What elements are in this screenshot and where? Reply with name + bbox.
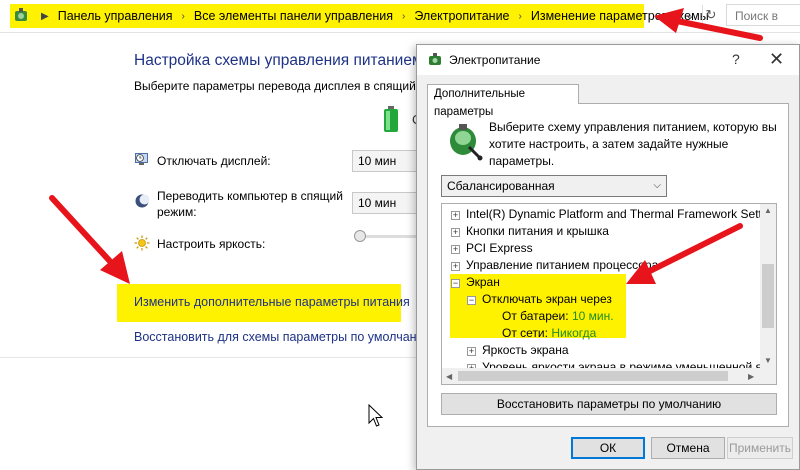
plugged-in-value[interactable]: Никогда [551, 326, 596, 340]
sleep-label: Переводить компьютер в спящий режим: [157, 189, 343, 219]
tree-item-on-battery[interactable]: От батареи: 10 мин. [502, 308, 614, 324]
expand-icon[interactable]: + [451, 228, 460, 237]
sleep-select[interactable]: 10 мин [352, 192, 422, 214]
chevron-right-icon: › [401, 10, 406, 22]
chevron-down-icon: ⌵ [653, 180, 661, 191]
plan-select[interactable]: Сбалансированная ⌵ [441, 175, 667, 197]
restore-plan-defaults-link[interactable]: Восстановить для схемы параметры по умол… [134, 330, 433, 344]
scroll-left-icon[interactable]: ◀ [446, 372, 452, 381]
breadcrumb-control-panel[interactable]: Панель управления [58, 9, 173, 23]
divider [0, 357, 420, 358]
collapse-icon[interactable]: − [467, 296, 476, 305]
tab-advanced-settings[interactable]: Дополнительные параметры [427, 84, 579, 118]
brightness-slider-handle[interactable] [354, 230, 366, 242]
dialog-title: Электропитание [449, 53, 541, 67]
history-dropdown-icon[interactable]: ⌄ [682, 7, 698, 25]
scroll-down-icon[interactable]: ▼ [764, 356, 772, 365]
tree-item-intel-dptf[interactable]: Intel(R) Dynamic Platform and Thermal Fr… [466, 206, 776, 222]
page-title: Настройка схемы управления питанием " [134, 52, 433, 69]
ok-button[interactable]: ОК [571, 437, 645, 459]
cancel-button[interactable]: Отмена [651, 437, 725, 459]
on-battery-label: От батареи: [502, 309, 569, 323]
help-icon[interactable]: ? [732, 51, 740, 67]
expand-icon[interactable]: + [451, 262, 460, 271]
on-battery-value[interactable]: 10 мин. [572, 309, 614, 323]
tree-item-display[interactable]: Экран [466, 274, 500, 290]
settings-tree[interactable]: + Intel(R) Dynamic Platform and Thermal … [441, 203, 777, 385]
display-off-label: Отключать дисплей: [157, 154, 271, 168]
brightness-slider-track[interactable] [362, 235, 422, 238]
power-options-dialog: Электропитание ? ✕ Дополнительные параме… [416, 44, 800, 470]
arrow-to-advanced-link [49, 195, 130, 284]
chevron-right-icon: ▶ [41, 10, 49, 22]
dialog-titlebar[interactable]: Электропитание ? ✕ [417, 45, 799, 75]
search-input[interactable]: Поиск в [726, 4, 800, 26]
horizontal-scrollbar-thumb[interactable] [458, 371, 728, 381]
expand-icon[interactable]: + [467, 347, 476, 356]
expand-icon[interactable]: + [451, 211, 460, 220]
tree-item-plugged-in[interactable]: От сети: Никогда [502, 325, 596, 341]
battery-icon [384, 106, 398, 132]
tree-item-power-buttons[interactable]: Кнопки питания и крышка [466, 223, 609, 239]
refresh-icon[interactable]: ↻ [702, 5, 719, 25]
advanced-settings-link[interactable]: Изменить дополнительные параметры питани… [134, 295, 410, 309]
control-panel-icon [15, 8, 27, 21]
plan-select-value: Сбалансированная [447, 179, 555, 193]
address-bar: ▶ Панель управления › Все элементы панел… [0, 0, 800, 33]
tree-item-processor[interactable]: Управление питанием процессора [466, 257, 658, 273]
collapse-icon[interactable]: − [451, 279, 460, 288]
close-icon[interactable]: ✕ [769, 49, 784, 70]
breadcrumb-all-items[interactable]: Все элементы панели управления [194, 9, 393, 23]
power-plan-icon [450, 124, 483, 161]
vertical-scrollbar-thumb[interactable] [762, 264, 774, 328]
restore-defaults-button[interactable]: Восстановить параметры по умолчанию [441, 393, 777, 415]
page-subtitle: Выберите параметры перевода дисплея в сп… [134, 79, 441, 93]
tree-item-pci-express[interactable]: PCI Express [466, 240, 533, 256]
mouse-cursor-icon [368, 404, 384, 427]
chevron-right-icon: › [518, 10, 522, 22]
plugged-in-label: От сети: [502, 326, 548, 340]
monitor-clock-icon [135, 153, 148, 165]
breadcrumb-power-options[interactable]: Электропитание [414, 9, 509, 23]
brightness-label: Настроить яркость: [157, 237, 266, 251]
sleep-moon-icon [135, 194, 150, 208]
tree-item-turn-off-display[interactable]: Отключать экран через [482, 291, 612, 307]
dialog-description: Выберите схему управления питанием, кото… [489, 120, 777, 168]
breadcrumb[interactable]: ▶ Панель управления › Все элементы панел… [10, 4, 709, 28]
tree-item-brightness[interactable]: Яркость экрана [482, 342, 569, 358]
display-off-select[interactable]: 10 мин [352, 150, 422, 172]
advanced-settings-highlight: Изменить дополнительные параметры питани… [117, 284, 410, 322]
scroll-right-icon[interactable]: ▶ [748, 372, 754, 381]
scroll-up-icon[interactable]: ▲ [764, 206, 772, 215]
apply-button[interactable]: Применить [727, 437, 793, 459]
expand-icon[interactable]: + [451, 245, 460, 254]
brightness-sun-icon [134, 235, 150, 251]
power-options-icon [429, 53, 441, 65]
chevron-right-icon: › [181, 10, 185, 22]
